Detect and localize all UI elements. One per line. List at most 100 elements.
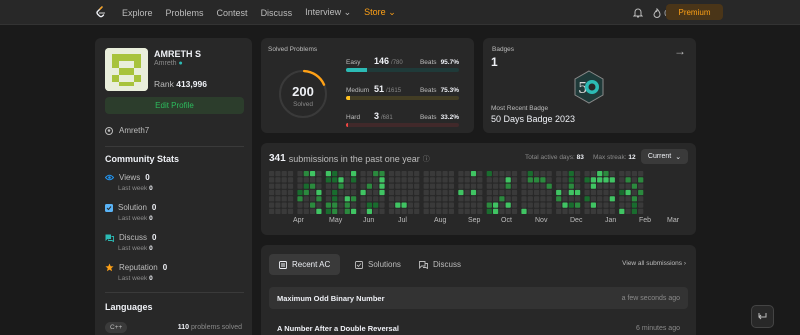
heatmap-cell[interactable]	[458, 189, 464, 196]
heatmap-cell[interactable]	[407, 189, 413, 196]
heatmap-cell[interactable]	[379, 196, 385, 202]
heatmap-cell[interactable]	[360, 183, 366, 189]
heatmap-cell[interactable]	[546, 177, 552, 183]
heatmap-cell[interactable]	[464, 202, 470, 208]
heatmap-cell[interactable]	[505, 202, 511, 208]
heatmap-cell[interactable]	[584, 202, 590, 208]
github-link[interactable]: Amreth7	[105, 126, 149, 135]
heatmap-cell[interactable]	[401, 189, 407, 196]
heatmap-cell[interactable]	[297, 183, 303, 189]
heatmap-cell[interactable]	[303, 196, 309, 202]
heatmap-cell[interactable]	[546, 208, 552, 214]
heatmap-cell[interactable]	[584, 208, 590, 214]
heatmap-cell[interactable]	[562, 208, 568, 214]
heatmap-cell[interactable]	[477, 208, 483, 214]
heatmap-cell[interactable]	[609, 208, 615, 214]
heatmap-cell[interactable]	[351, 171, 357, 177]
heatmap-cell[interactable]	[338, 189, 344, 196]
heatmap-cell[interactable]	[511, 183, 518, 189]
heatmap-cell[interactable]	[429, 177, 436, 183]
nav-contest[interactable]: Contest	[217, 8, 248, 18]
heatmap-cell[interactable]	[351, 196, 357, 202]
heatmap-cell[interactable]	[269, 177, 275, 183]
premium-button[interactable]: Premium	[666, 4, 723, 20]
heatmap-cell[interactable]	[442, 208, 448, 214]
heatmap-cell[interactable]	[609, 196, 615, 202]
heatmap-cell[interactable]	[303, 183, 309, 189]
heatmap-cell[interactable]	[638, 183, 644, 189]
heatmap-cell[interactable]	[568, 208, 574, 214]
heatmap-cell[interactable]	[436, 196, 442, 202]
heatmap-cell[interactable]	[401, 183, 407, 189]
heatmap-cell[interactable]	[351, 202, 357, 208]
heatmap-cell[interactable]	[527, 177, 533, 183]
heatmap-cell[interactable]	[269, 171, 275, 177]
heatmap-cell[interactable]	[464, 183, 470, 189]
heatmap-cell[interactable]	[575, 183, 581, 189]
heatmap-cell[interactable]	[511, 202, 518, 208]
heatmap-cell[interactable]	[281, 171, 287, 177]
heatmap-cell[interactable]	[316, 189, 322, 196]
heatmap-cell[interactable]	[338, 208, 344, 214]
heatmap-cell[interactable]	[366, 196, 372, 202]
heatmap-cell[interactable]	[464, 196, 470, 202]
heatmap-cell[interactable]	[388, 183, 395, 189]
heatmap-cell[interactable]	[379, 183, 385, 189]
heatmap-cell[interactable]	[625, 202, 631, 208]
heatmap-cell[interactable]	[316, 177, 322, 183]
heatmap-cell[interactable]	[287, 208, 294, 214]
heatmap-cell[interactable]	[584, 189, 590, 196]
heatmap-cell[interactable]	[638, 196, 644, 202]
heatmap-cell[interactable]	[429, 171, 436, 177]
heatmap-cell[interactable]	[584, 177, 590, 183]
nav-interview[interactable]: Interview ⌄	[305, 7, 351, 18]
heatmap-cell[interactable]	[325, 208, 331, 214]
heatmap-cell[interactable]	[521, 196, 527, 202]
heatmap-cell[interactable]	[568, 177, 574, 183]
heatmap-cell[interactable]	[575, 202, 581, 208]
heatmap-cell[interactable]	[556, 196, 562, 202]
heatmap-cell[interactable]	[499, 202, 505, 208]
heatmap-cell[interactable]	[464, 171, 470, 177]
heatmap-cell[interactable]	[534, 196, 540, 202]
heatmap-cell[interactable]	[575, 196, 581, 202]
heatmap-cell[interactable]	[401, 208, 407, 214]
heatmap-cell[interactable]	[310, 171, 316, 177]
heatmap-cell[interactable]	[373, 196, 379, 202]
heatmap-cell[interactable]	[556, 183, 562, 189]
heatmap-cell[interactable]	[448, 196, 454, 202]
heatmap-cell[interactable]	[269, 183, 275, 189]
heatmap-cell[interactable]	[351, 183, 357, 189]
heatmap-cell[interactable]	[287, 171, 294, 177]
heatmap-cell[interactable]	[470, 189, 477, 196]
heatmap-cell[interactable]	[603, 177, 609, 183]
heatmap-cell[interactable]	[297, 202, 303, 208]
heatmap-cell[interactable]	[275, 189, 281, 196]
year-dropdown[interactable]: Current ⌄	[641, 149, 688, 164]
heatmap-cell[interactable]	[590, 208, 596, 214]
heatmap-cell[interactable]	[414, 177, 420, 183]
heatmap-cell[interactable]	[562, 183, 568, 189]
heatmap-cell[interactable]	[527, 196, 533, 202]
heatmap-cell[interactable]	[310, 183, 316, 189]
nav-problems[interactable]: Problems	[166, 8, 204, 18]
heatmap-cell[interactable]	[590, 196, 596, 202]
tab-recent-ac[interactable]: Recent AC	[269, 254, 341, 275]
heatmap-cell[interactable]	[407, 171, 413, 177]
heatmap-cell[interactable]	[609, 177, 615, 183]
heatmap-cell[interactable]	[423, 189, 429, 196]
heatmap-cell[interactable]	[407, 208, 413, 214]
heatmap-cell[interactable]	[527, 202, 533, 208]
heatmap-cell[interactable]	[619, 177, 625, 183]
heatmap-cell[interactable]	[448, 202, 454, 208]
heatmap-cell[interactable]	[379, 189, 385, 196]
heatmap-cell[interactable]	[388, 171, 395, 177]
heatmap-cell[interactable]	[625, 177, 631, 183]
heatmap-cell[interactable]	[597, 177, 603, 183]
heatmap-cell[interactable]	[540, 202, 546, 208]
heatmap-cell[interactable]	[388, 189, 395, 196]
heatmap-cell[interactable]	[325, 189, 331, 196]
heatmap-cell[interactable]	[281, 208, 287, 214]
heatmap-cell[interactable]	[360, 202, 366, 208]
heatmap-cell[interactable]	[505, 183, 511, 189]
